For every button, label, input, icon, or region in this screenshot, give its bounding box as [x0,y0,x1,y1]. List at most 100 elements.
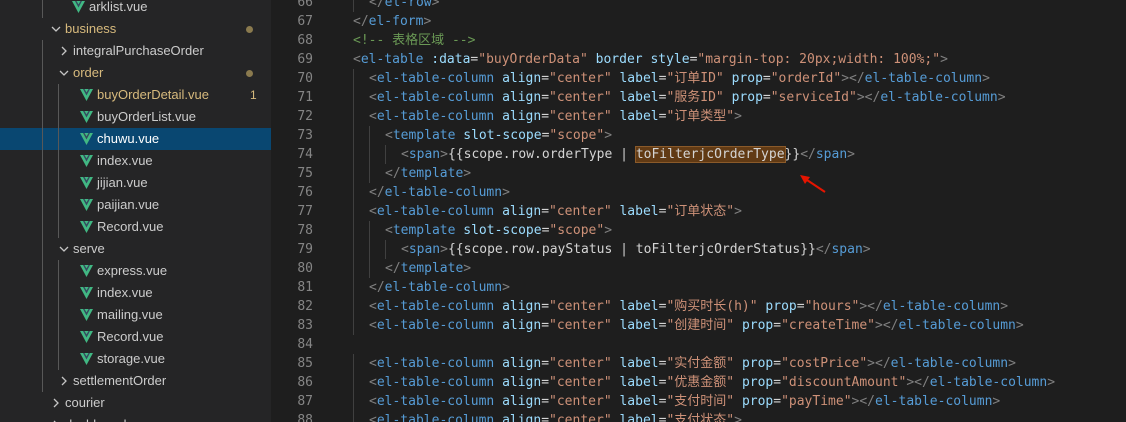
code-token: = [541,204,550,219]
line-number: 87 [297,394,313,409]
code-token: "center" [549,394,612,409]
code-line[interactable]: 79 <span>{{scope.row.payStatus | toFilter… [271,240,1126,259]
code-token: }} [784,147,801,162]
code-token: span [815,147,848,162]
line-number: 68 [297,33,313,48]
indent-guide [353,164,354,183]
code-line[interactable]: 78 <template slot-scope="scope"> [271,221,1126,240]
code-line[interactable]: 66 </el-row> [271,0,1126,12]
explorer-file-item[interactable]: buyOrderDetail.vue 1 [0,84,271,106]
chevron-right-icon[interactable] [58,370,70,392]
code-line[interactable]: 73 <template slot-scope="scope"> [271,126,1126,145]
code-line[interactable]: 67 </el-form> [271,12,1126,31]
code-line[interactable]: 74 <span>{{scope.row.orderType | toFilter… [271,145,1126,164]
explorer-item-label: integralPurchaseOrder [73,43,204,58]
problem-count-badge: 1 [250,88,257,102]
code-text: </el-table-column> [369,183,510,202]
code-token: < [401,242,409,257]
explorer-file-item[interactable]: jijian.vue [0,172,271,194]
indent-guide [42,128,43,150]
indent-guide [42,282,43,304]
code-token: < [369,299,377,314]
explorer-folder-item[interactable]: dashboard [0,414,271,422]
vue-file-icon [80,106,94,128]
code-line[interactable]: 72 <el-table-column align="center" label=… [271,107,1126,126]
code-token: el-table-column [376,71,495,86]
code-token: = [762,90,771,105]
explorer-file-item[interactable]: paijian.vue [0,194,271,216]
code-line[interactable]: 84 [271,335,1126,354]
indent-guide [58,216,59,238]
code-token: </ [369,0,385,10]
code-token: "center" [549,413,612,422]
explorer-file-item[interactable]: mailing.vue [0,304,271,326]
code-line[interactable]: 80 </template> [271,259,1126,278]
code-token: prop [731,71,763,86]
code-token: align [502,204,542,219]
vue-file-icon [80,326,94,348]
chevron-right-icon[interactable] [50,392,62,414]
explorer-folder-item[interactable]: order [0,62,271,84]
code-token: "center" [549,356,612,371]
code-editor[interactable]: 66 </el-row> 67 </el-form> 68 <!-- 表格区域 --> 69… [271,0,1126,422]
explorer-folder-item[interactable]: business [0,18,271,40]
code-token: ></ [906,375,930,390]
code-line[interactable]: 81 </el-table-column> [271,278,1126,297]
code-line[interactable]: 71 <el-table-column align="center" label=… [271,88,1126,107]
explorer-folder-item[interactable]: integralPurchaseOrder [0,40,271,62]
code-text: <template slot-scope="scope"> [385,221,612,240]
chevron-down-icon[interactable] [58,238,70,260]
code-token: el-table-column [376,90,495,105]
explorer-folder-item[interactable]: settlementOrder [0,370,271,392]
explorer-folder-item[interactable]: courier [0,392,271,414]
code-token: "center" [549,375,612,390]
explorer-item-label: mailing.vue [97,307,163,322]
code-line[interactable]: 70 <el-table-column align="center" label=… [271,69,1126,88]
chevron-down-icon[interactable] [58,62,70,84]
code-line[interactable]: 75 </template> [271,164,1126,183]
code-line[interactable]: 83 <el-table-column align="center" label=… [271,316,1126,335]
indent-guide [353,69,354,88]
chevron-down-icon[interactable] [50,18,62,40]
code-line[interactable]: 88 <el-table-column align="center" label=… [271,411,1126,422]
explorer-file-item[interactable]: buyOrderList.vue [0,106,271,128]
code-token: = [541,71,550,86]
indent-guide [42,348,43,370]
code-token: {{scope.row.orderType | [447,147,636,162]
code-line[interactable]: 85 <el-table-column align="center" label=… [271,354,1126,373]
code-line[interactable]: 87 <el-table-column align="center" label=… [271,392,1126,411]
explorer-file-item[interactable]: chuwu.vue [0,128,271,150]
code-line[interactable]: 69 <el-table :data="buyOrderData" border … [271,50,1126,69]
explorer-file-item[interactable]: index.vue [0,282,271,304]
chevron-right-icon[interactable] [58,40,70,62]
code-line[interactable]: 77 <el-table-column align="center" label=… [271,202,1126,221]
chevron-right-icon[interactable] [50,414,62,422]
explorer-file-item[interactable]: index.vue [0,150,271,172]
code-token: "实付金额" [666,356,735,371]
code-line[interactable]: 68 <!-- 表格区域 --> [271,31,1126,50]
code-line[interactable]: 82 <el-table-column align="center" label=… [271,297,1126,316]
explorer-file-item[interactable]: arklist.vue [0,0,271,18]
explorer-file-item[interactable]: Record.vue [0,216,271,238]
vue-file-icon [80,260,94,282]
modified-dot-indicator [246,26,253,33]
vue-file-icon [80,172,94,194]
explorer-file-item[interactable]: express.vue [0,260,271,282]
explorer-file-item[interactable]: Record.vue [0,326,271,348]
code-line[interactable]: 76 </el-table-column> [271,183,1126,202]
indent-guide [42,326,43,348]
code-line[interactable]: 86 <el-table-column align="center" label=… [271,373,1126,392]
code-token: span [408,147,441,162]
code-text: </el-table-column> [369,278,510,297]
line-number: 74 [297,147,313,162]
code-token: = [541,413,550,422]
explorer-item-label: jijian.vue [97,175,148,190]
explorer-folder-item[interactable]: serve [0,238,271,260]
explorer-file-item[interactable]: storage.vue [0,348,271,370]
